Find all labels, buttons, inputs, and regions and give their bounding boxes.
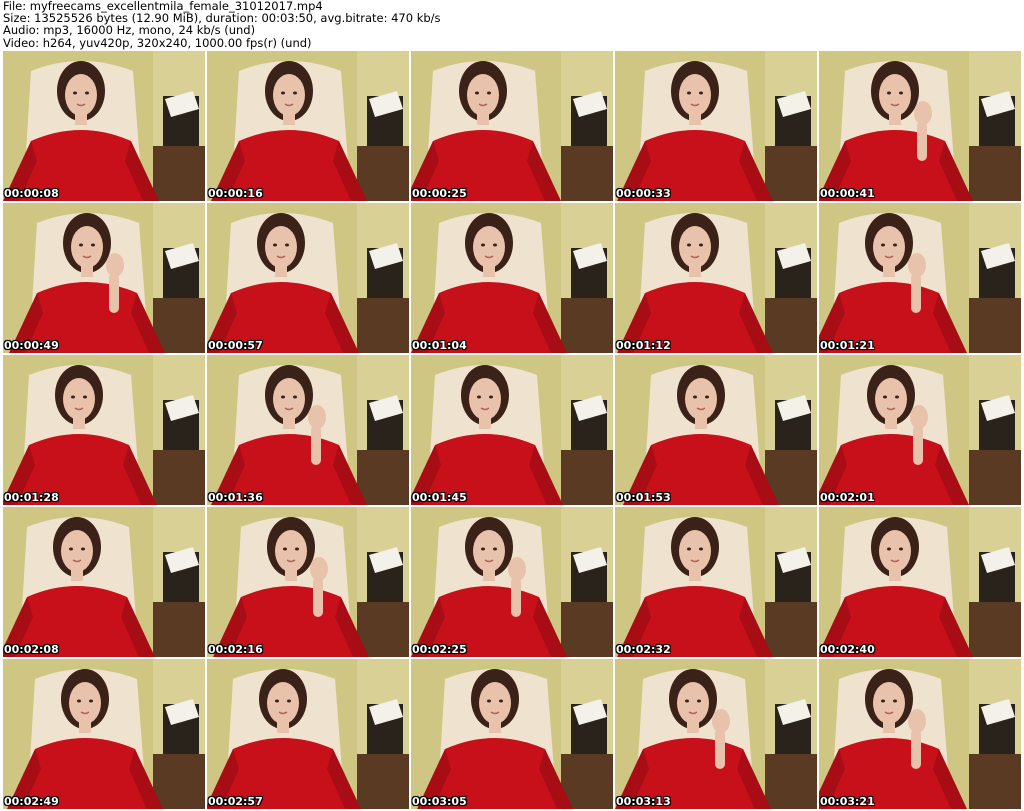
frame-image	[3, 203, 205, 353]
video-frame-thumbnail: 00:00:25	[411, 51, 613, 201]
frame-timestamp: 00:02:32	[616, 643, 671, 656]
frame-timestamp: 00:00:57	[208, 339, 263, 352]
frame-timestamp: 00:02:40	[820, 643, 875, 656]
frame-timestamp: 00:01:36	[208, 491, 263, 504]
video-frame-thumbnail: 00:01:12	[615, 203, 817, 353]
frame-timestamp: 00:00:33	[616, 187, 671, 200]
frame-image	[615, 659, 817, 809]
frame-timestamp: 00:01:45	[412, 491, 467, 504]
frame-timestamp: 00:02:25	[412, 643, 467, 656]
video-frame-thumbnail: 00:00:08	[3, 51, 205, 201]
video-frame-thumbnail: 00:01:36	[207, 355, 409, 505]
video-frame-thumbnail: 00:02:32	[615, 507, 817, 657]
video-frame-thumbnail: 00:02:49	[3, 659, 205, 809]
frame-image	[411, 355, 613, 505]
frame-timestamp: 00:03:05	[412, 795, 467, 808]
frame-image	[3, 507, 205, 657]
frame-image	[615, 355, 817, 505]
frame-timestamp: 00:02:01	[820, 491, 875, 504]
video-frame-thumbnail: 00:03:21	[819, 659, 1021, 809]
video-frame-thumbnail: 00:02:57	[207, 659, 409, 809]
frame-timestamp: 00:00:41	[820, 187, 875, 200]
frame-image	[411, 507, 613, 657]
video-info-line: Video: h264, yuv420p, 320x240, 1000.00 f…	[3, 35, 312, 50]
frame-timestamp: 00:03:21	[820, 795, 875, 808]
frame-image	[411, 203, 613, 353]
frame-image	[615, 507, 817, 657]
frame-image	[3, 659, 205, 809]
thumbnail-grid: 00:00:08 00:00:16 00:00:25 00:00:33 00:0…	[3, 51, 1021, 809]
video-frame-thumbnail: 00:03:05	[411, 659, 613, 809]
frame-timestamp: 00:00:25	[412, 187, 467, 200]
frame-timestamp: 00:03:13	[616, 795, 671, 808]
video-frame-thumbnail: 00:00:41	[819, 51, 1021, 201]
frame-image	[819, 51, 1021, 201]
video-frame-thumbnail: 00:00:57	[207, 203, 409, 353]
frame-timestamp: 00:01:21	[820, 339, 875, 352]
frame-timestamp: 00:02:08	[4, 643, 59, 656]
video-frame-thumbnail: 00:00:33	[615, 51, 817, 201]
video-frame-thumbnail: 00:02:16	[207, 507, 409, 657]
frame-timestamp: 00:00:16	[208, 187, 263, 200]
frame-timestamp: 00:00:49	[4, 339, 59, 352]
video-frame-thumbnail: 00:00:49	[3, 203, 205, 353]
frame-image	[207, 51, 409, 201]
frame-timestamp: 00:02:57	[208, 795, 263, 808]
video-frame-thumbnail: 00:01:04	[411, 203, 613, 353]
frame-image	[3, 355, 205, 505]
frame-image	[819, 659, 1021, 809]
frame-image	[819, 203, 1021, 353]
frame-image	[3, 51, 205, 201]
frame-image	[411, 659, 613, 809]
video-frame-thumbnail: 00:01:53	[615, 355, 817, 505]
frame-timestamp: 00:01:53	[616, 491, 671, 504]
frame-image	[819, 507, 1021, 657]
frame-image	[207, 203, 409, 353]
frame-timestamp: 00:01:04	[412, 339, 467, 352]
video-frame-thumbnail: 00:01:45	[411, 355, 613, 505]
frame-image	[615, 203, 817, 353]
video-frame-thumbnail: 00:00:16	[207, 51, 409, 201]
frame-image	[819, 355, 1021, 505]
video-frame-thumbnail: 00:02:01	[819, 355, 1021, 505]
video-frame-thumbnail: 00:03:13	[615, 659, 817, 809]
frame-timestamp: 00:02:16	[208, 643, 263, 656]
frame-image	[207, 355, 409, 505]
frame-timestamp: 00:01:12	[616, 339, 671, 352]
file-info-header: File: myfreecams_excellentmila_female_31…	[3, 0, 1021, 49]
video-frame-thumbnail: 00:01:28	[3, 355, 205, 505]
frame-timestamp: 00:01:28	[4, 491, 59, 504]
frame-timestamp: 00:00:08	[4, 187, 59, 200]
frame-image	[207, 659, 409, 809]
frame-image	[207, 507, 409, 657]
video-frame-thumbnail: 00:02:40	[819, 507, 1021, 657]
video-frame-thumbnail: 00:02:08	[3, 507, 205, 657]
video-frame-thumbnail: 00:01:21	[819, 203, 1021, 353]
frame-image	[615, 51, 817, 201]
video-frame-thumbnail: 00:02:25	[411, 507, 613, 657]
frame-timestamp: 00:02:49	[4, 795, 59, 808]
frame-image	[411, 51, 613, 201]
audio-info-line: Audio: mp3, 16000 Hz, mono, 24 kb/s (und…	[3, 23, 256, 38]
